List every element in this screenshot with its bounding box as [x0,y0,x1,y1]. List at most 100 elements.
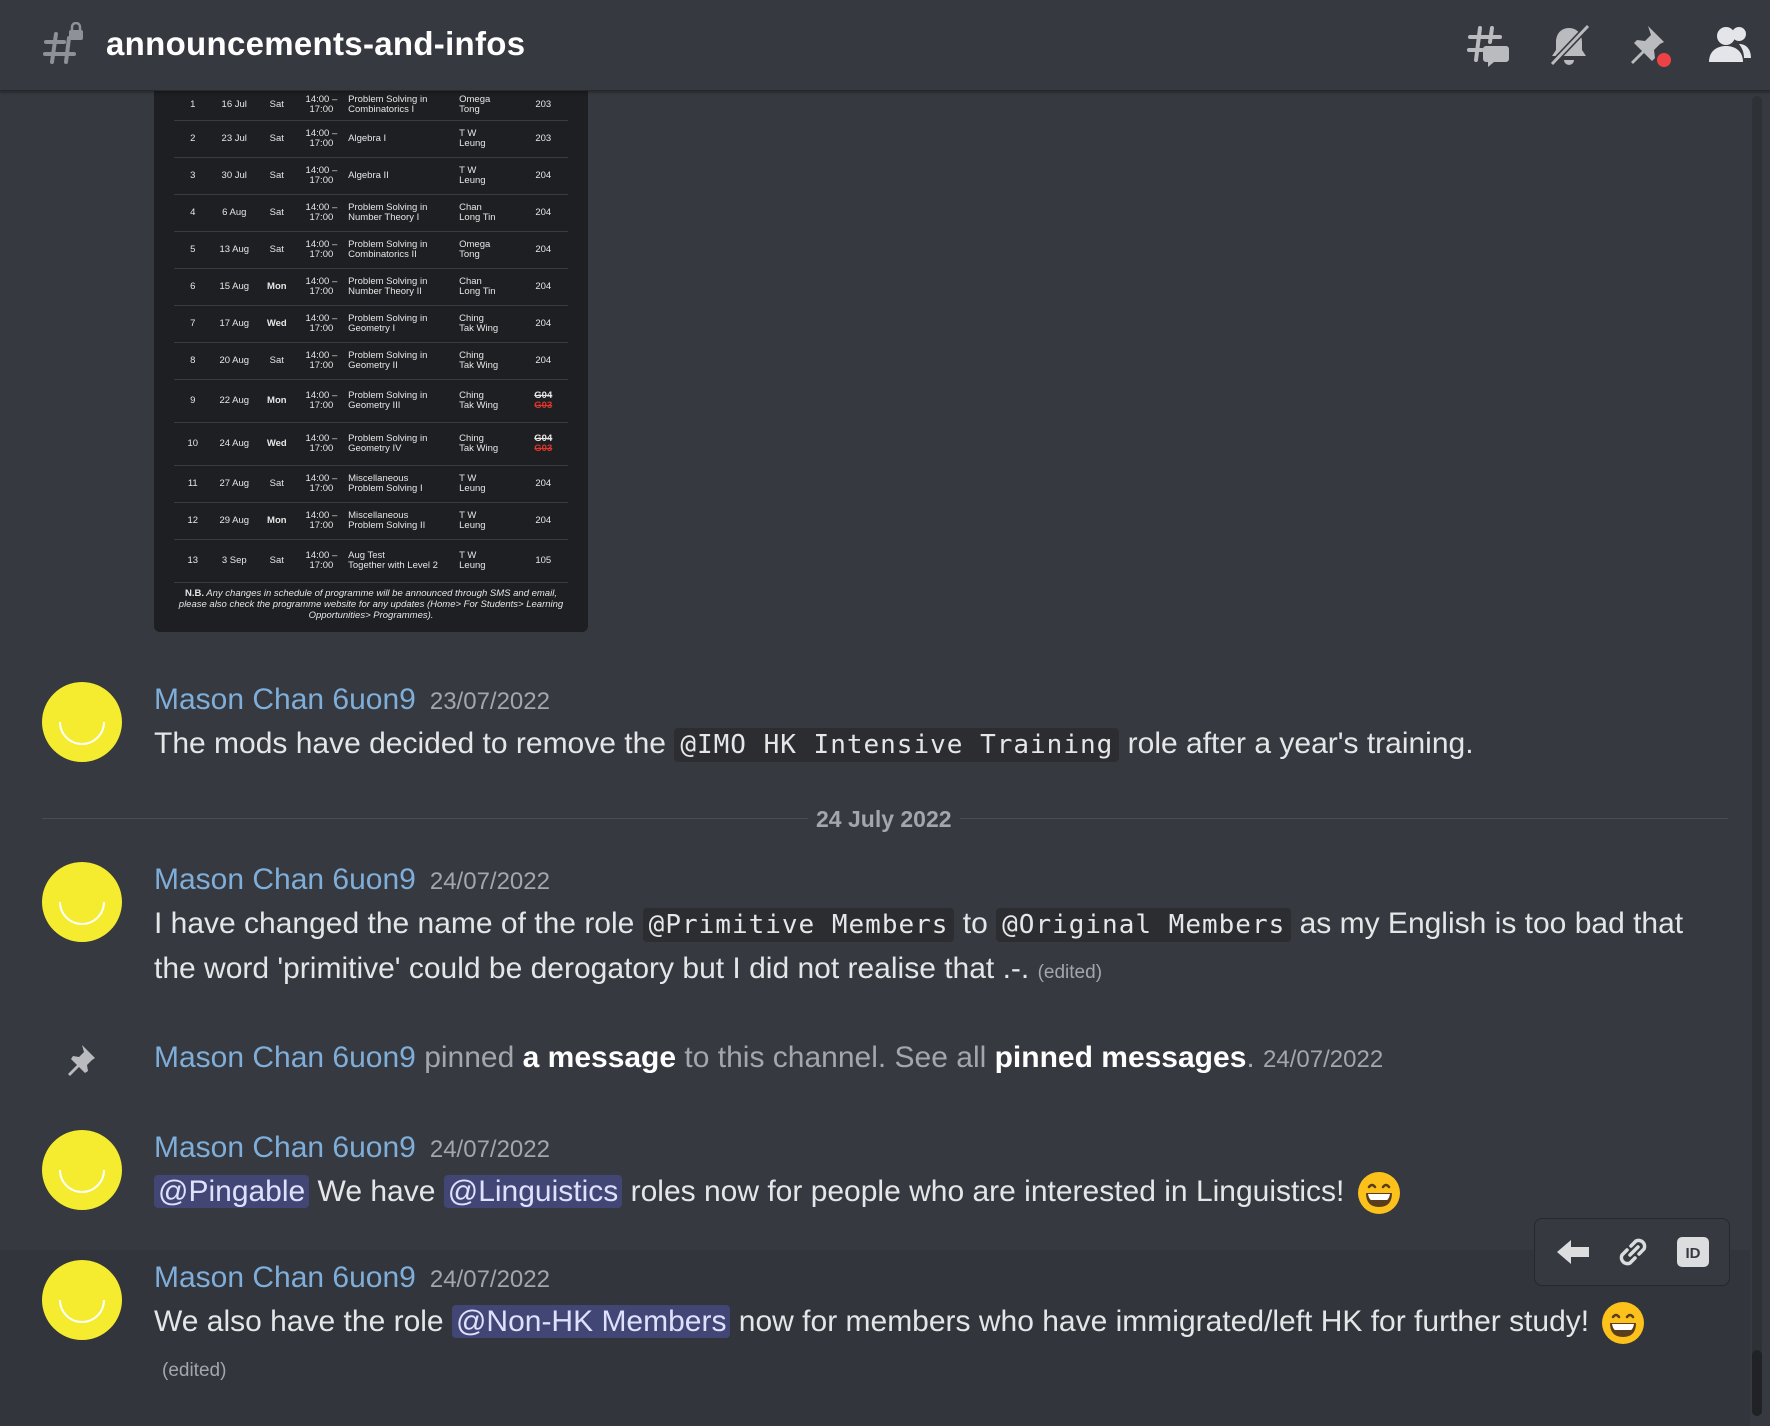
scrollbar-track[interactable] [1752,96,1762,1416]
row-venue: G04 G03 [518,379,568,423]
row-tutor: Chan Long Tin [457,268,519,306]
pinned-message-link[interactable]: a message [523,1041,676,1074]
row-tutor: T W Leung [457,539,519,583]
schedule-row: 5 13 Aug Sat 14:00 –17:00 Problem Solving in… [174,231,568,269]
schedule-note: N.B. Any changes in schedule of programm… [178,588,564,621]
author-name[interactable]: Mason Chan 6uon9 [154,1131,416,1164]
grinning-face-emoji[interactable] [1601,1301,1645,1345]
schedule-row: 10 24 Aug Wed 14:00 –17:00 Problem Solving i… [174,422,568,466]
pinned-messages-icon[interactable] [1626,22,1672,68]
notifications-muted-icon[interactable] [1546,22,1592,68]
reply-icon[interactable] [1553,1232,1593,1272]
avatar[interactable] [42,1260,122,1340]
row-date: 3 Sep [211,539,257,583]
copy-link-icon[interactable] [1613,1232,1653,1272]
row-date: 15 Aug [211,268,257,306]
inline-code: @Primitive Members [642,908,955,942]
row-date: 23 Jul [211,120,257,158]
row-time: 14:00 –17:00 [296,120,347,158]
schedule-row: 6 15 Aug Mon 14:00 –17:00 Problem Solving in… [174,268,568,306]
row-tutor: Ching Tak Wing [457,422,519,466]
row-time: 14:00 –17:00 [296,268,347,306]
row-date: 17 Aug [211,305,257,343]
author-name[interactable]: Mason Chan 6uon9 [154,1261,416,1294]
pinned-messages-link[interactable]: pinned messages [995,1041,1247,1074]
schedule-image-attachment[interactable]: 1 16 Jul Sat 14:00 –17:00 Problem Solving in… [154,90,588,632]
row-topic: Problem Solving in Geometry I [346,305,458,343]
row-number: 1 [174,90,212,121]
row-topic: Algebra I [346,120,458,158]
timestamp: 24/07/2022 [1263,1046,1384,1073]
row-date: 6 Aug [211,194,257,232]
row-topic: Problem Solving in Combinatorics I [346,90,458,121]
avatar[interactable] [42,862,122,942]
grinning-face-emoji[interactable] [1357,1171,1401,1215]
row-time: 14:00 –17:00 [296,231,347,269]
row-time: 14:00 –17:00 [296,539,347,583]
row-day: Mon [256,379,297,423]
row-date: 24 Aug [211,422,257,466]
message-content: I have changed the name of the role @Pri… [154,907,1684,985]
row-venue: 203 [518,90,568,121]
avatar[interactable] [42,1130,122,1210]
row-day: Sat [256,90,297,121]
row-tutor: Ching Tak Wing [457,342,519,380]
author-line: Mason Chan 6uon9 23/07/2022 [154,680,550,722]
row-venue: 204 [518,305,568,343]
edited-label: (edited) [1037,962,1103,983]
scrollbar-thumb[interactable] [1752,1350,1762,1416]
author-name[interactable]: Mason Chan 6uon9 [154,1041,416,1074]
member-list-icon[interactable] [1706,22,1752,68]
schedule-row: 8 20 Aug Sat 14:00 –17:00 Problem Solving in… [174,342,568,380]
row-time: 14:00 –17:00 [296,422,347,466]
row-venue: 204 [518,342,568,380]
row-venue: 203 [518,120,568,158]
role-mention-linguistics[interactable]: @Linguistics [443,1175,623,1208]
row-number: 8 [174,342,212,380]
threads-icon[interactable] [1466,22,1512,68]
author-name[interactable]: Mason Chan 6uon9 [154,683,416,716]
row-tutor: T W Leung [457,157,519,195]
row-date: 29 Aug [211,502,257,540]
schedule-row: 9 22 Aug Mon 14:00 –17:00 Problem Solving in… [174,379,568,423]
row-number: 13 [174,539,212,583]
row-tutor: Omega Tong [457,231,519,269]
row-venue: 204 [518,231,568,269]
row-topic: Miscellaneous Problem Solving II [346,502,458,540]
schedule-row: 3 30 Jul Sat 14:00 –17:00 Algebra II T W Leung… [174,157,568,195]
message-content: The mods have decided to remove the @IMO… [154,727,1474,762]
role-mention-pingable[interactable]: @Pingable [154,1175,310,1208]
author-line: Mason Chan 6uon9 24/07/2022 [154,1128,550,1170]
row-day: Wed [256,305,297,343]
row-tutor: Ching Tak Wing [457,379,519,423]
row-day: Sat [256,157,297,195]
row-time: 14:00 –17:00 [296,342,347,380]
schedule-row: 1 16 Jul Sat 14:00 –17:00 Problem Solving in… [174,90,568,121]
schedule-row: 13 3 Sep Sat 14:00 –17:00 Aug Test Together w… [174,539,568,583]
row-date: 22 Aug [211,379,257,423]
row-time: 14:00 –17:00 [296,157,347,195]
copy-id-icon[interactable]: ID [1673,1232,1713,1272]
row-number: 9 [174,379,212,423]
row-day: Sat [256,342,297,380]
row-number: 6 [174,268,212,306]
message-content: We also have the role @Non-HK Members no… [154,1300,1724,1393]
row-topic: Problem Solving in Number Theory I [346,194,458,232]
row-date: 16 Jul [211,90,257,121]
row-time: 14:00 –17:00 [296,465,347,503]
row-topic: Problem Solving in Number Theory II [346,268,458,306]
row-number: 12 [174,502,212,540]
message-content: @Pingable We have @Linguistics roles now… [154,1170,1724,1215]
row-number: 4 [174,194,212,232]
row-tutor: Omega Tong [457,90,519,121]
role-mention-non-hk-members[interactable]: @Non-HK Members [451,1305,731,1338]
row-day: Sat [256,231,297,269]
channel-header: announcements-and-infos [0,0,1770,91]
row-number: 3 [174,157,212,195]
row-day: Mon [256,502,297,540]
avatar[interactable] [42,682,122,762]
row-day: Sat [256,539,297,583]
author-name[interactable]: Mason Chan 6uon9 [154,863,416,896]
row-topic: Aug Test Together with Level 2 [346,539,458,583]
row-date: 30 Jul [211,157,257,195]
